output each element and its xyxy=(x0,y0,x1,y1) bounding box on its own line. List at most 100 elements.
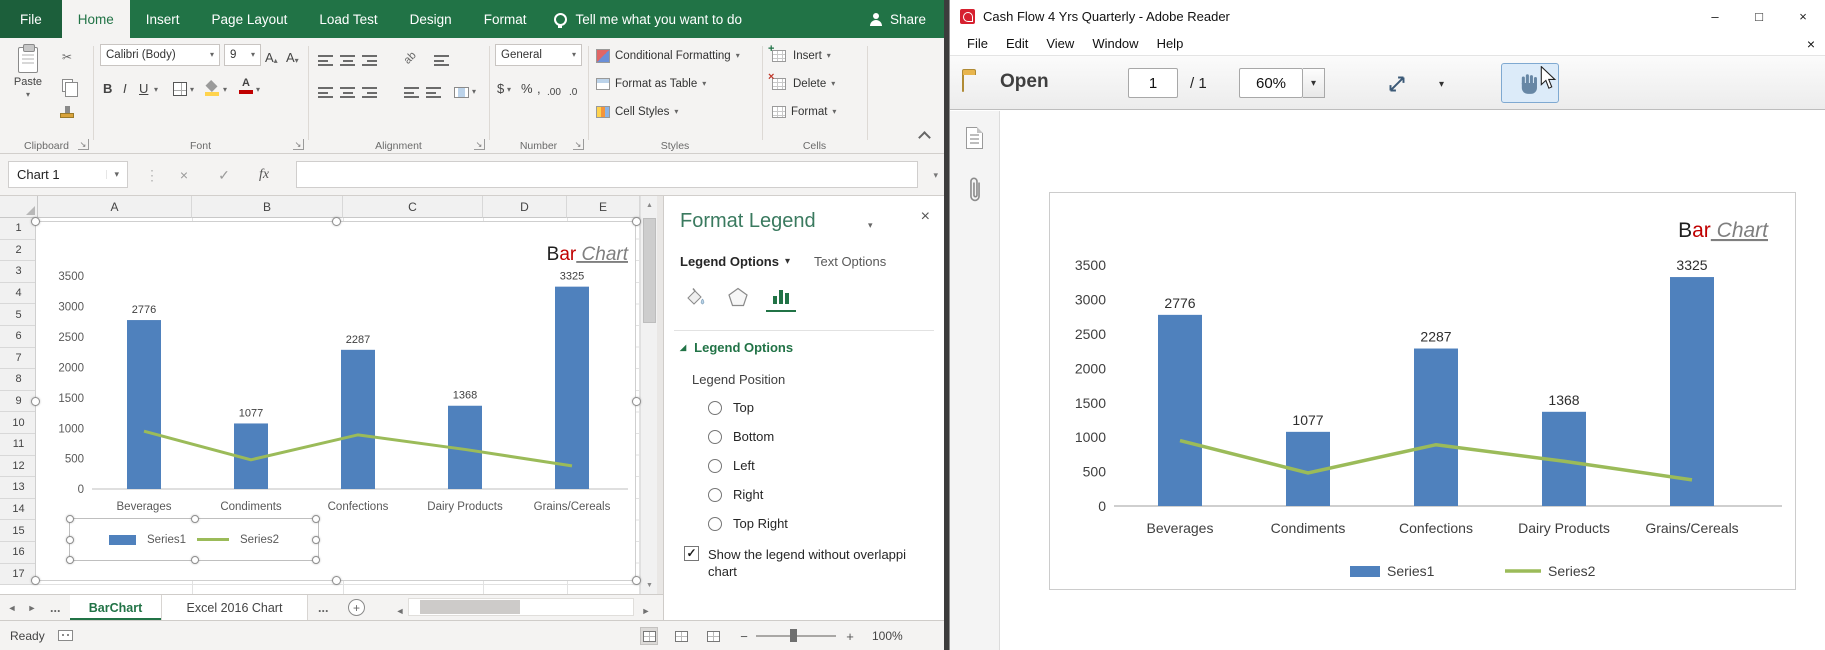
tab-text-options[interactable]: Text Options xyxy=(814,254,886,269)
legend-options-section-header[interactable]: ◢ Legend Options xyxy=(680,340,793,355)
maximize-button[interactable]: □ xyxy=(1737,0,1781,32)
ribbon-tab-home[interactable]: Home xyxy=(62,0,130,38)
cell-styles-button[interactable]: Cell Styles ▾ xyxy=(596,100,678,124)
name-box[interactable]: Chart 1 ▾ xyxy=(8,161,128,188)
align-center-button[interactable] xyxy=(340,78,355,98)
row-header-11[interactable]: 11 xyxy=(0,434,38,456)
format-cells-button[interactable]: Format ▾ xyxy=(772,100,836,124)
column-header-d[interactable]: D xyxy=(483,196,567,218)
new-sheet-button[interactable]: + xyxy=(348,599,365,616)
chart-handle[interactable] xyxy=(31,576,40,585)
column-header-c[interactable]: C xyxy=(343,196,483,218)
ribbon-tab-design[interactable]: Design xyxy=(394,0,468,38)
row-header-4[interactable]: 4 xyxy=(0,283,38,305)
expand-formula-bar-icon[interactable]: ▾ xyxy=(933,170,938,181)
align-left-button[interactable] xyxy=(318,78,333,98)
select-all-corner[interactable] xyxy=(0,196,38,218)
chart-handle[interactable] xyxy=(332,217,341,226)
ribbon-tab-load-test[interactable]: Load Test xyxy=(303,0,393,38)
accounting-dropdown-icon[interactable]: ▾ xyxy=(507,86,511,94)
insert-function-button[interactable]: fx xyxy=(252,163,276,187)
effects-icon[interactable] xyxy=(723,282,753,312)
row-header-3[interactable]: 3 xyxy=(0,261,38,283)
ribbon-tab-file[interactable]: File xyxy=(0,0,62,38)
font-dialog-launcher[interactable]: ↘ xyxy=(293,139,304,150)
font-size-combo[interactable]: 9 ▾ xyxy=(224,44,261,66)
italic-button[interactable]: I xyxy=(123,76,127,96)
align-middle-button[interactable] xyxy=(340,46,355,66)
percent-style-button[interactable]: % xyxy=(521,76,533,96)
radio-position-top[interactable]: Top xyxy=(708,400,754,415)
sheet-ellipsis-right[interactable]: ... xyxy=(318,595,328,620)
row-header-16[interactable]: 16 xyxy=(0,542,38,564)
merge-dropdown-icon[interactable]: ▾ xyxy=(472,88,476,96)
sheet-nav-left-button[interactable]: ◄ xyxy=(2,595,22,620)
font-color-button[interactable]: A xyxy=(239,74,253,94)
legend-options-icon[interactable] xyxy=(766,282,796,312)
underline-button[interactable]: U xyxy=(139,76,148,96)
row-header-13[interactable]: 13 xyxy=(0,477,38,499)
increase-indent-button[interactable] xyxy=(426,78,441,98)
open-label[interactable]: Open xyxy=(1000,71,1049,93)
menu-edit[interactable]: Edit xyxy=(997,36,1037,51)
radio-circle[interactable] xyxy=(708,401,722,415)
ribbon-tab-page-layout[interactable]: Page Layout xyxy=(196,0,304,38)
accounting-format-button[interactable]: $ xyxy=(497,76,504,96)
share-button[interactable]: Share xyxy=(852,0,944,38)
decrease-decimal-button[interactable]: .0 xyxy=(569,78,577,98)
tab-legend-options[interactable]: Legend Options xyxy=(680,254,779,269)
macro-record-icon[interactable] xyxy=(58,630,73,641)
chart-handle[interactable] xyxy=(632,576,641,585)
font-color-dropdown-icon[interactable]: ▾ xyxy=(256,86,260,94)
chart-handle[interactable] xyxy=(632,217,641,226)
scroll-down-icon[interactable]: ▼ xyxy=(641,576,658,594)
excel-chart-object[interactable]: 05001000150020002500300035002776Beverage… xyxy=(35,221,636,581)
pane-title-dropdown-icon[interactable]: ▾ xyxy=(868,220,873,231)
delete-cells-button[interactable]: × Delete ▾ xyxy=(772,72,835,96)
row-header-5[interactable]: 5 xyxy=(0,304,38,326)
borders-button[interactable] xyxy=(173,76,187,96)
menu-file[interactable]: File xyxy=(958,36,997,51)
attachments-icon[interactable] xyxy=(965,175,985,205)
chart-handle[interactable] xyxy=(31,397,40,406)
paste-button[interactable]: Paste ▾ xyxy=(5,42,51,134)
cut-button[interactable]: ✂ xyxy=(56,46,78,68)
radio-position-left[interactable]: Left xyxy=(708,458,755,473)
format-painter-button[interactable] xyxy=(56,104,78,126)
ribbon-tab-insert[interactable]: Insert xyxy=(130,0,196,38)
row-header-2[interactable]: 2 xyxy=(0,240,38,262)
row-header-14[interactable]: 14 xyxy=(0,499,38,521)
legend-handle[interactable] xyxy=(312,556,320,564)
chart-handle[interactable] xyxy=(332,576,341,585)
increase-decimal-button[interactable]: .00 xyxy=(547,78,561,98)
collapse-ribbon-icon[interactable] xyxy=(918,131,931,144)
radio-circle[interactable] xyxy=(708,430,722,444)
column-header-e[interactable]: E xyxy=(567,196,640,218)
page-break-view-button[interactable] xyxy=(704,627,722,645)
ribbon-tab-format[interactable]: Format xyxy=(468,0,543,38)
align-right-button[interactable] xyxy=(362,78,377,98)
bold-button[interactable]: B xyxy=(103,76,112,96)
underline-dropdown-icon[interactable]: ▾ xyxy=(154,86,158,94)
zoom-dropdown-button[interactable]: ▾ xyxy=(1303,68,1325,98)
page-layout-view-button[interactable] xyxy=(672,627,690,645)
number-format-combo[interactable]: General ▾ xyxy=(495,44,582,66)
vertical-scroll-thumb[interactable] xyxy=(643,218,656,323)
zoom-slider-thumb[interactable] xyxy=(790,629,797,642)
tab-legend-options-dropdown-icon[interactable]: ▾ xyxy=(785,256,790,267)
horizontal-scroll-thumb[interactable] xyxy=(420,600,520,614)
zoom-in-button[interactable]: + xyxy=(842,628,858,644)
sheet-tab-barchart[interactable]: BarChart xyxy=(70,595,162,620)
overlap-checkbox[interactable]: ✓ xyxy=(684,546,699,561)
close-button[interactable]: × xyxy=(1781,0,1825,32)
column-header-b[interactable]: B xyxy=(192,196,343,218)
chart-handle[interactable] xyxy=(632,397,641,406)
increase-font-button[interactable]: A▴ xyxy=(265,45,278,65)
merge-center-button[interactable] xyxy=(454,78,469,98)
column-header-a[interactable]: A xyxy=(38,196,192,218)
minimize-button[interactable]: – xyxy=(1693,0,1737,32)
menu-view[interactable]: View xyxy=(1037,36,1083,51)
wrap-text-button[interactable] xyxy=(434,46,449,66)
alignment-dialog-launcher[interactable]: ↘ xyxy=(474,139,485,150)
radio-circle[interactable] xyxy=(708,459,722,473)
